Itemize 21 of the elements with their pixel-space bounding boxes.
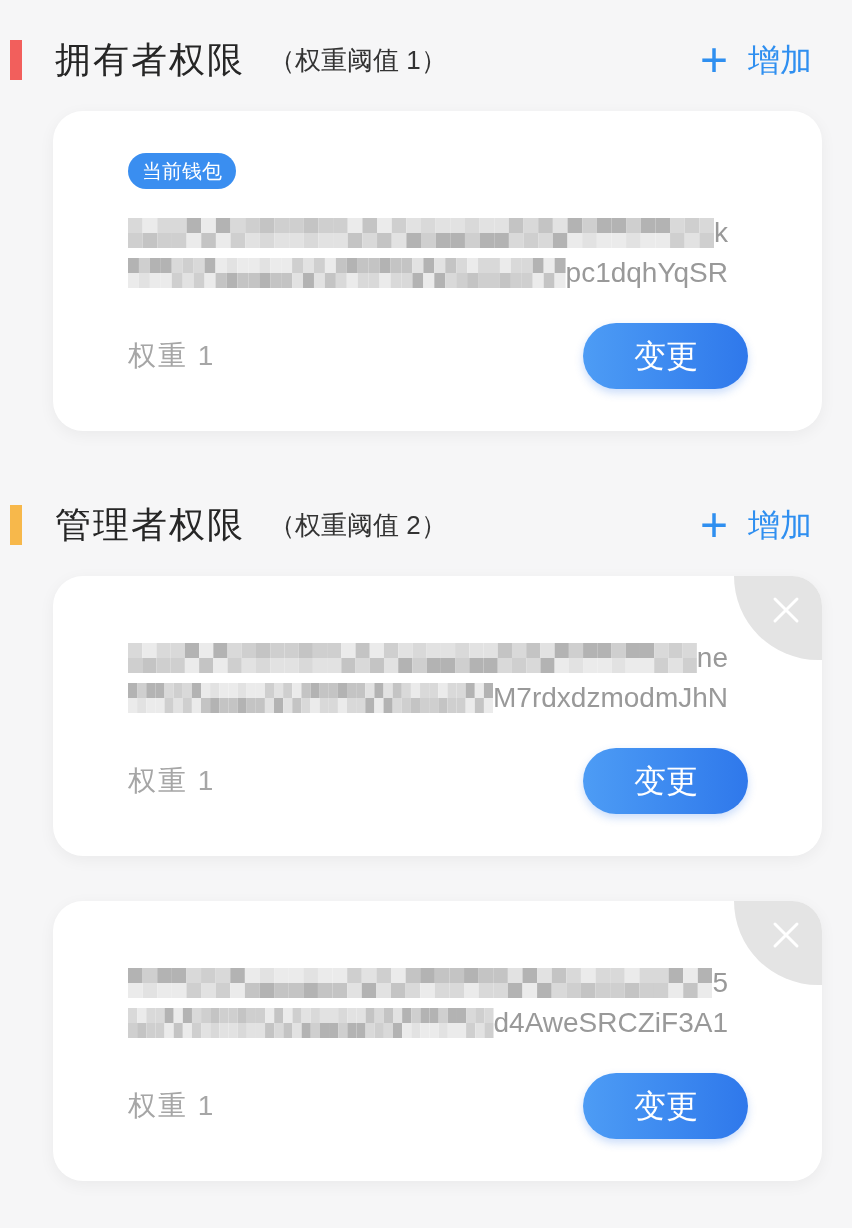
section-title: 拥有者权限 xyxy=(55,38,245,82)
close-icon xyxy=(772,596,800,624)
current-wallet-badge: 当前钱包 xyxy=(128,153,236,189)
section-title: 管理者权限 xyxy=(55,503,245,547)
address-text: M7rdxdzmodmJhN xyxy=(493,681,728,715)
close-icon xyxy=(772,921,800,949)
change-button[interactable]: 变更 xyxy=(583,323,748,389)
address-text: d4AweSRCZiF3A1 xyxy=(493,1006,728,1040)
address-text: pc1dqhYqSR xyxy=(565,256,728,290)
address-text: ne xyxy=(696,641,728,675)
weight-label: 权重 1 xyxy=(128,1089,216,1123)
weight-label: 权重 1 xyxy=(128,764,216,798)
address-text: 5 xyxy=(712,966,728,1000)
threshold-label: （权重阈值 2） xyxy=(269,508,447,542)
weight-label: 权重 1 xyxy=(128,339,216,373)
add-button[interactable]: + 增加 xyxy=(699,501,812,549)
address-text: k xyxy=(714,216,728,250)
add-button[interactable]: + 增加 xyxy=(699,36,812,84)
change-button[interactable]: 变更 xyxy=(583,748,748,814)
change-button[interactable]: 变更 xyxy=(583,1073,748,1139)
threshold-label: （权重阈值 1） xyxy=(269,43,447,77)
